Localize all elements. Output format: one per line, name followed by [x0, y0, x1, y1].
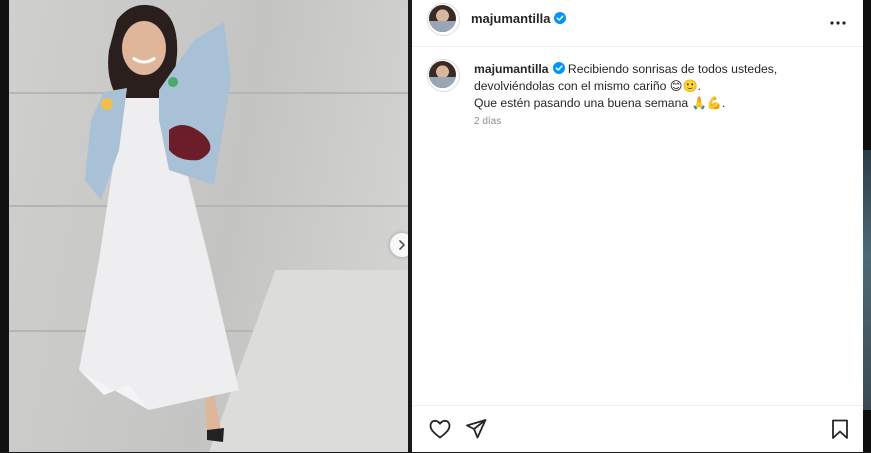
caption-text-3: Que estén pasando una buena semana [474, 96, 692, 110]
next-photo-button[interactable] [390, 233, 408, 257]
caption-line-2: devolviéndolas con el mismo cariño 😊🙂. [474, 78, 844, 95]
caption-text-2: devolviéndolas con el mismo cariño [474, 79, 670, 93]
post-details-panel: majumantilla majumantilla Recibiendo son… [412, 0, 863, 452]
caption-avatar[interactable] [429, 61, 456, 88]
post-username[interactable]: majumantilla [471, 11, 567, 26]
smile-emoji: 😊🙂 [669, 79, 698, 93]
action-bar [412, 405, 863, 453]
chevron-right-icon [399, 240, 405, 250]
caption-period: . [721, 96, 726, 110]
person-illustration [79, 4, 239, 442]
username-text[interactable]: majumantilla [471, 11, 550, 26]
post-photo[interactable] [9, 0, 408, 452]
post-timestamp[interactable]: 2 días [474, 116, 501, 127]
caption-line-3: Que estén pasando una buena semana 🙏💪. [474, 95, 844, 112]
share-button[interactable] [464, 417, 488, 441]
bookmark-icon [832, 419, 848, 439]
heart-icon [429, 419, 451, 439]
save-button[interactable] [828, 417, 852, 441]
more-options-button[interactable] [826, 11, 850, 35]
send-icon [466, 419, 487, 439]
like-button[interactable] [428, 417, 452, 441]
caption-text-1: Recibiendo sonrisas de todos ustedes, [567, 62, 778, 76]
caption-line-1: majumantilla Recibiendo sonrisas de todo… [474, 61, 844, 78]
verified-badge-icon [552, 62, 565, 74]
more-options-icon [830, 21, 846, 25]
verified-badge-icon [554, 12, 567, 24]
left-backdrop [0, 0, 9, 452]
post-header: majumantilla [412, 0, 863, 47]
pray-flex-emoji: 🙏💪 [691, 96, 722, 110]
post-caption: majumantilla Recibiendo sonrisas de todo… [474, 61, 844, 112]
avatar[interactable] [429, 5, 456, 32]
caption-period: . [697, 79, 702, 93]
caption-username[interactable]: majumantilla [474, 62, 549, 76]
right-backdrop [863, 0, 871, 452]
